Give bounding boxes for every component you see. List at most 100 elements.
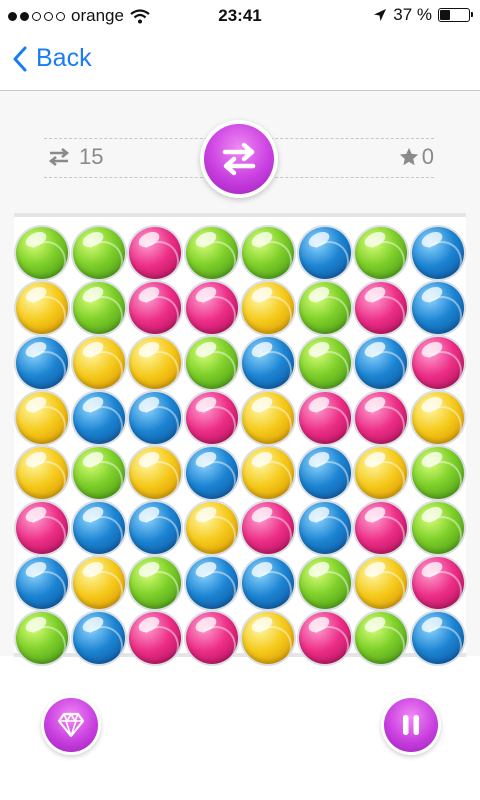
board-cell[interactable] bbox=[14, 225, 70, 280]
board-cell[interactable] bbox=[297, 225, 353, 280]
green-ball bbox=[298, 281, 351, 334]
pink-ball bbox=[355, 501, 407, 554]
board-cell[interactable] bbox=[14, 280, 70, 335]
yellow-ball bbox=[16, 281, 68, 334]
board-cell[interactable] bbox=[353, 390, 409, 445]
green-ball bbox=[129, 556, 181, 609]
pink-ball bbox=[298, 391, 351, 444]
board-cell[interactable] bbox=[240, 610, 296, 665]
board-cell[interactable] bbox=[14, 335, 70, 390]
blue-ball bbox=[129, 391, 181, 444]
pause-button[interactable] bbox=[384, 698, 438, 752]
board-cell[interactable] bbox=[353, 280, 409, 335]
swap-arrows-icon bbox=[222, 142, 256, 176]
board-cell[interactable] bbox=[71, 555, 127, 610]
pink-ball bbox=[129, 226, 181, 279]
gem-button[interactable] bbox=[44, 698, 98, 752]
board-cell[interactable] bbox=[240, 390, 296, 445]
board-cell[interactable] bbox=[410, 225, 466, 280]
board-cell[interactable] bbox=[184, 500, 240, 555]
board-cell[interactable] bbox=[14, 500, 70, 555]
board-cell[interactable] bbox=[127, 555, 183, 610]
board-cell[interactable] bbox=[71, 445, 127, 500]
board-cell[interactable] bbox=[71, 500, 127, 555]
moves-counter: 15 bbox=[47, 144, 103, 170]
board-cell[interactable] bbox=[184, 280, 240, 335]
board-cell[interactable] bbox=[184, 555, 240, 610]
board-cell[interactable] bbox=[240, 500, 296, 555]
board-cell[interactable] bbox=[184, 390, 240, 445]
yellow-ball bbox=[129, 446, 181, 499]
pink-ball bbox=[185, 391, 238, 444]
board-cell[interactable] bbox=[127, 335, 183, 390]
board-cell[interactable] bbox=[127, 225, 183, 280]
pink-ball bbox=[185, 281, 238, 334]
pink-ball bbox=[242, 501, 294, 554]
board-cell[interactable] bbox=[71, 335, 127, 390]
blue-ball bbox=[355, 336, 407, 389]
board-cell[interactable] bbox=[240, 335, 296, 390]
blue-ball bbox=[72, 391, 125, 444]
board-cell[interactable] bbox=[297, 390, 353, 445]
pink-ball bbox=[129, 281, 181, 334]
board-cell[interactable] bbox=[297, 445, 353, 500]
board-cell[interactable] bbox=[297, 280, 353, 335]
board-cell[interactable] bbox=[353, 555, 409, 610]
board-cell[interactable] bbox=[184, 225, 240, 280]
green-ball bbox=[298, 336, 351, 389]
board-cell[interactable] bbox=[297, 610, 353, 665]
board-cell[interactable] bbox=[297, 335, 353, 390]
board-cell[interactable] bbox=[184, 610, 240, 665]
board-cell[interactable] bbox=[71, 225, 127, 280]
green-ball bbox=[242, 226, 294, 279]
board-cell[interactable] bbox=[127, 280, 183, 335]
board-cell[interactable] bbox=[71, 390, 127, 445]
board-cell[interactable] bbox=[14, 445, 70, 500]
back-button[interactable]: Back bbox=[12, 44, 92, 73]
board-cell[interactable] bbox=[297, 555, 353, 610]
blue-ball bbox=[411, 281, 464, 334]
board-cell[interactable] bbox=[127, 500, 183, 555]
board-cell[interactable] bbox=[240, 280, 296, 335]
board-cell[interactable] bbox=[184, 335, 240, 390]
board-cell[interactable] bbox=[14, 390, 70, 445]
board-cell[interactable] bbox=[240, 225, 296, 280]
board-cell[interactable] bbox=[410, 280, 466, 335]
board-cell[interactable] bbox=[353, 445, 409, 500]
yellow-ball bbox=[16, 446, 68, 499]
yellow-ball bbox=[242, 281, 294, 334]
board-cell[interactable] bbox=[14, 555, 70, 610]
board-cell[interactable] bbox=[410, 555, 466, 610]
green-ball bbox=[16, 611, 68, 664]
board-cell[interactable] bbox=[240, 445, 296, 500]
board-cell[interactable] bbox=[127, 445, 183, 500]
board-cell[interactable] bbox=[353, 225, 409, 280]
yellow-ball bbox=[129, 336, 181, 389]
board-cell[interactable] bbox=[410, 390, 466, 445]
board-cell[interactable] bbox=[184, 445, 240, 500]
location-arrow-icon bbox=[374, 9, 387, 21]
blue-ball bbox=[185, 446, 238, 499]
board-cell[interactable] bbox=[410, 500, 466, 555]
pink-ball bbox=[129, 611, 181, 664]
board-cell[interactable] bbox=[353, 335, 409, 390]
pink-ball bbox=[411, 556, 464, 609]
board-cell[interactable] bbox=[297, 500, 353, 555]
yellow-ball bbox=[72, 556, 125, 609]
board-cell[interactable] bbox=[14, 610, 70, 665]
board-cell[interactable] bbox=[410, 335, 466, 390]
pause-icon bbox=[403, 715, 419, 735]
board-cell[interactable] bbox=[127, 390, 183, 445]
board-cell[interactable] bbox=[240, 555, 296, 610]
board-cell[interactable] bbox=[71, 610, 127, 665]
blue-ball bbox=[185, 556, 238, 609]
star-icon bbox=[399, 147, 418, 166]
board-cell[interactable] bbox=[353, 610, 409, 665]
board-cell[interactable] bbox=[410, 445, 466, 500]
swap-button[interactable] bbox=[204, 124, 274, 194]
moves-count: 15 bbox=[79, 144, 104, 169]
board-cell[interactable] bbox=[410, 610, 466, 665]
board-cell[interactable] bbox=[127, 610, 183, 665]
board-cell[interactable] bbox=[71, 280, 127, 335]
board-cell[interactable] bbox=[353, 500, 409, 555]
